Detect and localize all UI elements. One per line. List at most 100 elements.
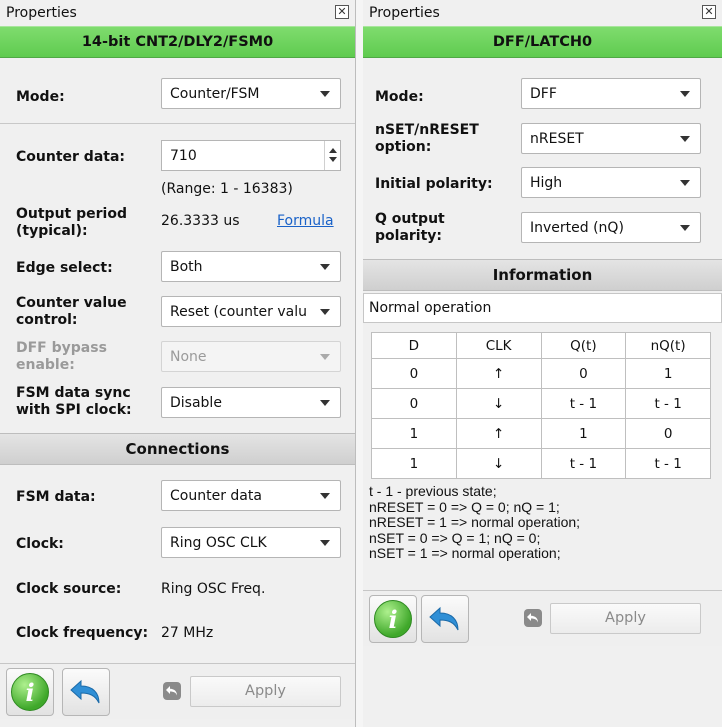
divider	[0, 123, 355, 124]
nset-option-dropdown[interactable]: nRESET	[521, 123, 701, 154]
info-icon: i	[374, 600, 412, 638]
info-button[interactable]: i	[369, 595, 417, 643]
counter-data-value: 710	[170, 148, 197, 164]
column-header: D	[371, 332, 457, 359]
edge-select-dropdown[interactable]: Both	[161, 251, 341, 282]
fsm-sync-value: Disable	[170, 395, 222, 411]
formula-link[interactable]: Formula	[277, 213, 334, 229]
spinner-buttons[interactable]	[324, 141, 340, 170]
q-output-polarity-label: Q output polarity:	[375, 211, 445, 245]
mode-select-value: Counter/FSM	[170, 86, 260, 102]
left-block-header: 14-bit CNT2/DLY2/FSM0	[0, 26, 355, 58]
table-cell: ↓	[455, 448, 542, 479]
nset-option-value: nRESET	[530, 131, 584, 147]
edge-select-label: Edge select:	[16, 260, 113, 276]
table-cell: 0	[371, 388, 457, 419]
right-mode-value: DFF	[530, 86, 557, 102]
right-mode-select[interactable]: DFF	[521, 78, 701, 109]
chevron-down-icon	[320, 354, 330, 360]
apply-button[interactable]: Apply	[550, 603, 701, 634]
mode-select[interactable]: Counter/FSM	[161, 78, 341, 109]
close-icon[interactable]: ✕	[335, 5, 349, 19]
note-line: nSET = 0 => Q = 1; nQ = 0;	[369, 529, 541, 546]
undo-button[interactable]	[62, 668, 110, 716]
dff-bypass-label-line2: enable:	[16, 357, 75, 373]
counter-value-control-dropdown[interactable]: Reset (counter valu	[161, 296, 341, 327]
right-properties-panel: Properties ✕ DFF/LATCH0 Mode: DFF nSET/n…	[363, 0, 722, 727]
counter-range-text: (Range: 1 - 16383)	[161, 181, 293, 197]
left-titlebar: Properties ✕	[0, 0, 355, 26]
table-cell: t - 1	[540, 388, 627, 419]
table-cell: 1	[540, 418, 627, 449]
info-button[interactable]: i	[6, 668, 54, 716]
counter-value-control-value: Reset (counter valu	[170, 304, 307, 320]
apply-button[interactable]: Apply	[190, 676, 341, 707]
table-row: 1 ↓ t - 1 t - 1	[371, 448, 711, 479]
q-output-polarity-value: Inverted (nQ)	[530, 220, 624, 236]
output-period-label-line2: (typical):	[16, 223, 88, 239]
right-bottom-toolbar: i Apply	[363, 590, 722, 646]
clock-source-label: Clock source:	[16, 581, 122, 597]
fsm-data-label: FSM data:	[16, 489, 96, 505]
q-output-polarity-dropdown[interactable]: Inverted (nQ)	[521, 212, 701, 243]
table-row: 1 ↑ 1 0	[371, 418, 711, 449]
chevron-down-icon	[320, 400, 330, 406]
fsm-sync-dropdown[interactable]: Disable	[161, 387, 341, 418]
counter-data-spinbox[interactable]: 710	[161, 140, 341, 171]
edge-select-value: Both	[170, 259, 203, 275]
panel-gap	[356, 0, 363, 727]
cvc-label-line1: Counter value	[16, 295, 127, 311]
left-properties-panel: Properties ✕ 14-bit CNT2/DLY2/FSM0 Mode:…	[0, 0, 356, 727]
right-titlebar: Properties ✕	[363, 0, 722, 26]
close-icon[interactable]: ✕	[702, 5, 716, 19]
clock-frequency-label: Clock frequency:	[16, 625, 149, 641]
undo-icon	[429, 606, 459, 631]
chevron-down-icon	[320, 540, 330, 546]
mode-label: Mode:	[16, 89, 65, 105]
dff-bypass-dropdown: None	[161, 341, 341, 372]
chevron-down-icon	[320, 493, 330, 499]
table-cell: t - 1	[625, 388, 711, 419]
note-line: nRESET = 0 => Q = 0; nQ = 1;	[369, 498, 560, 515]
note-line: nRESET = 1 => normal operation;	[369, 514, 581, 531]
table-cell: 1	[371, 448, 457, 479]
fsm-data-value: Counter data	[170, 488, 262, 504]
column-header: CLK	[455, 332, 542, 359]
fsm-data-dropdown[interactable]: Counter data	[161, 480, 341, 511]
dff-bypass-value: None	[170, 349, 207, 365]
q-output-label-line2: polarity:	[375, 228, 443, 244]
q-output-label-line1: Q output	[375, 211, 445, 227]
spin-down-icon[interactable]	[329, 157, 337, 162]
output-period-value: 26.3333 us	[161, 213, 240, 229]
clock-value: Ring OSC CLK	[170, 535, 267, 551]
left-bottom-toolbar: i Apply	[0, 663, 355, 719]
operation-text: Normal operation	[369, 300, 492, 316]
initial-polarity-value: High	[530, 175, 563, 191]
chevron-down-icon	[680, 225, 690, 231]
operation-box: Normal operation	[363, 293, 722, 323]
spin-up-icon[interactable]	[329, 148, 337, 153]
table-cell: 0	[540, 358, 627, 389]
revert-icon[interactable]	[163, 682, 181, 700]
fsm-sync-label-line1: FSM data sync	[16, 385, 131, 401]
table-cell: 0	[625, 418, 711, 449]
revert-icon[interactable]	[524, 609, 542, 627]
fsm-sync-label-line2: with SPI clock:	[16, 402, 132, 418]
clock-dropdown[interactable]: Ring OSC CLK	[161, 527, 341, 558]
cvc-label-line2: control:	[16, 312, 78, 328]
dff-bypass-label-line1: DFF bypass	[16, 340, 107, 356]
clock-source-value: Ring OSC Freq.	[161, 581, 266, 597]
table-cell: ↑	[455, 358, 542, 389]
dff-bypass-label: DFF bypass enable:	[16, 340, 107, 374]
left-panel-title: Properties	[6, 5, 77, 21]
chevron-down-icon	[320, 91, 330, 97]
clock-label: Clock:	[16, 536, 64, 552]
nset-option-label-line1: nSET/nRESET	[375, 122, 479, 138]
clock-frequency-value: 27 MHz	[161, 625, 214, 641]
table-cell: 0	[371, 358, 457, 389]
truth-table: D CLK Q(t) nQ(t) 0 ↑ 0 1 0 ↓ t - 1 t - 1…	[371, 332, 711, 479]
initial-polarity-dropdown[interactable]: High	[521, 167, 701, 198]
table-cell: ↑	[455, 418, 542, 449]
undo-button[interactable]	[421, 595, 469, 643]
information-header: Information	[363, 259, 722, 291]
